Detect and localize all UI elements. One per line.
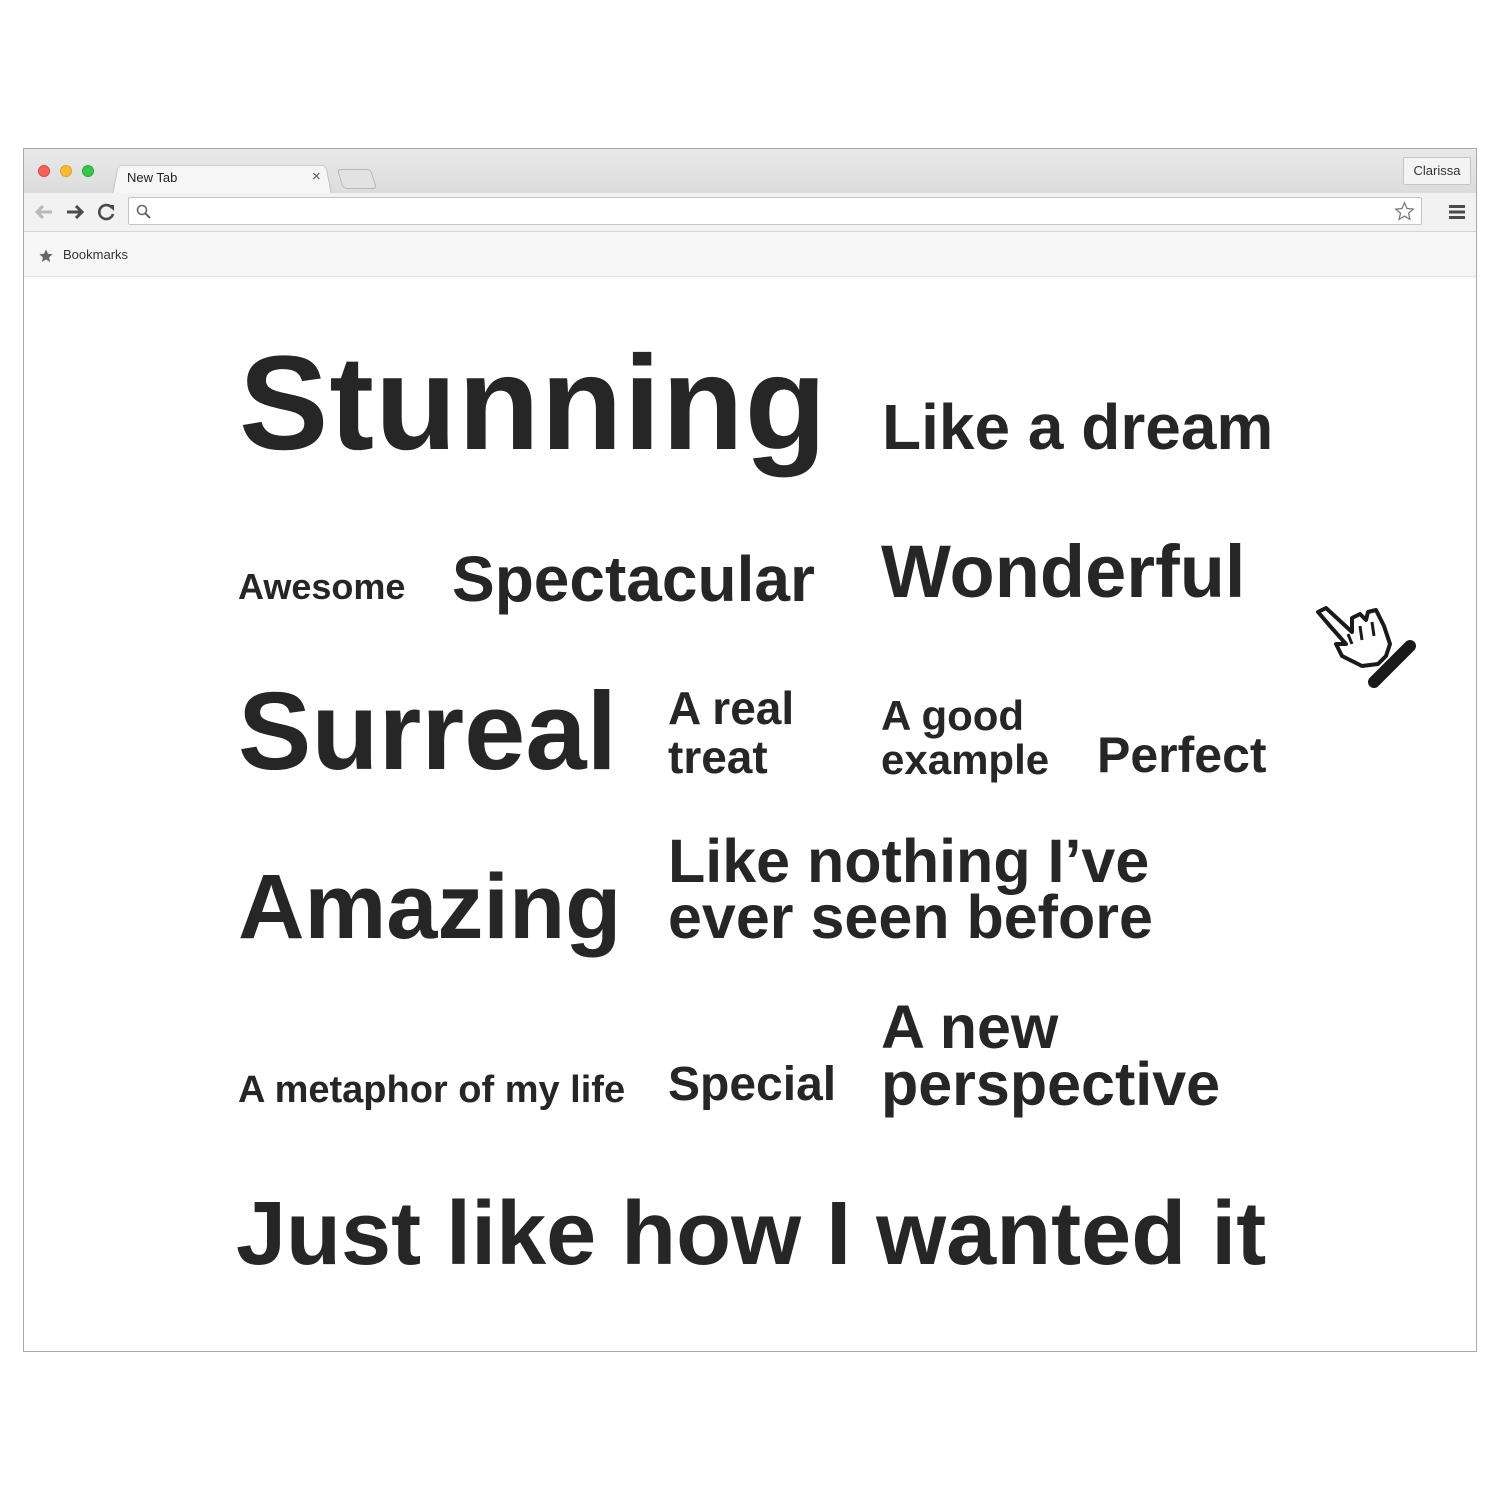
word-treat: treat	[668, 731, 768, 783]
word-surreal: Surreal	[238, 670, 618, 793]
word-a-real: A real	[668, 682, 795, 734]
tab-close-icon[interactable]: ×	[312, 168, 321, 185]
word-metaphor: A metaphor of my life	[238, 1069, 626, 1111]
address-input[interactable]	[157, 201, 1371, 223]
search-icon	[136, 204, 151, 219]
word-just-like-how-i-wanted-it: Just like how I wanted it	[236, 1184, 1267, 1284]
word-perfect: Perfect	[1097, 727, 1267, 783]
omnibox[interactable]	[128, 197, 1422, 225]
arrow-right-icon[interactable]	[64, 202, 86, 222]
tab-title: New Tab	[127, 170, 178, 185]
word-wonderful: Wonderful	[881, 530, 1246, 613]
word-amazing: Amazing	[238, 856, 622, 958]
zoom-window-button[interactable]	[82, 165, 94, 177]
arrow-left-icon[interactable]	[33, 202, 55, 222]
hamburger-menu-icon[interactable]	[1448, 203, 1466, 221]
close-window-button[interactable]	[38, 165, 50, 177]
reload-icon[interactable]	[96, 202, 118, 222]
hand-pointer-icon	[1316, 606, 1416, 688]
new-tab-button[interactable]	[336, 169, 378, 189]
word-like-a-dream: Like a dream	[882, 391, 1274, 463]
profile-button[interactable]: Clarissa	[1403, 157, 1471, 185]
bookmarks-label: Bookmarks	[63, 247, 129, 262]
minimize-window-button[interactable]	[60, 165, 72, 177]
tab-bar: New Tab × Clarissa	[24, 149, 1476, 195]
browser-window: New Tab × Clarissa Bookmarks Stunning Li…	[23, 148, 1477, 1352]
word-a-new: A new	[881, 993, 1059, 1061]
word-stunning: Stunning	[239, 329, 828, 478]
star-icon	[39, 249, 53, 262]
bookmarks-bar: Bookmarks	[24, 232, 1476, 277]
word-perspective: perspective	[881, 1050, 1221, 1118]
word-ever-seen-before: ever seen before	[668, 883, 1153, 951]
word-spectacular: Spectacular	[452, 543, 815, 615]
word-example: example	[881, 736, 1050, 783]
star-outline-icon[interactable]	[1394, 201, 1415, 222]
word-a-good: A good	[881, 692, 1025, 739]
word-awesome: Awesome	[238, 566, 406, 607]
word-special: Special	[668, 1058, 837, 1111]
toolbar	[24, 193, 1476, 232]
